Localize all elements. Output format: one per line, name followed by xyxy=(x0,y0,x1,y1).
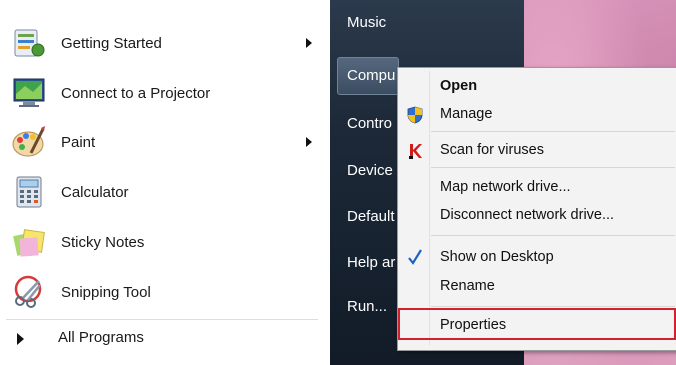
divider xyxy=(6,319,318,320)
program-snipping-tool[interactable]: Snipping Tool xyxy=(0,268,322,316)
program-getting-started[interactable]: Getting Started xyxy=(0,19,322,67)
program-label: Sticky Notes xyxy=(61,233,145,251)
getting-started-icon xyxy=(9,23,49,63)
calculator-icon xyxy=(9,172,49,212)
places-item-run[interactable]: Run... xyxy=(347,298,387,315)
paint-icon xyxy=(9,122,49,162)
all-programs-arrow-icon[interactable] xyxy=(17,333,24,345)
program-calculator[interactable]: Calculator xyxy=(0,168,322,216)
start-menu-programs-pane: Getting Started Connect to a Projector P… xyxy=(0,0,330,365)
menu-label: Rename xyxy=(440,278,495,294)
menu-item-rename[interactable]: Rename xyxy=(398,274,676,300)
places-item-control-panel[interactable]: Contro xyxy=(347,115,392,132)
program-sticky-notes[interactable]: Sticky Notes xyxy=(0,218,322,266)
places-item-computer[interactable]: Compu xyxy=(347,67,395,84)
menu-item-manage[interactable]: Manage xyxy=(398,102,676,128)
menu-label: Scan for viruses xyxy=(440,142,544,158)
places-item-music[interactable]: Music xyxy=(347,14,386,31)
program-label: Snipping Tool xyxy=(61,283,151,301)
program-connect-projector[interactable]: Connect to a Projector xyxy=(0,69,322,117)
menu-item-scan-for-viruses[interactable]: Scan for viruses xyxy=(398,138,676,164)
places-item-devices[interactable]: Device xyxy=(347,162,393,179)
checkmark-icon xyxy=(407,248,423,271)
menu-label: Open xyxy=(440,78,478,94)
program-label: Getting Started xyxy=(61,34,162,52)
projector-icon xyxy=(9,73,49,113)
menu-separator xyxy=(431,167,675,168)
menu-label: Map network drive... xyxy=(440,179,571,195)
all-programs-link[interactable]: All Programs xyxy=(58,329,144,346)
menu-item-disconnect-network-drive[interactable]: Disconnect network drive... xyxy=(398,203,676,229)
sticky-notes-icon xyxy=(9,222,49,262)
snipping-tool-icon xyxy=(9,272,49,312)
menu-item-show-on-desktop[interactable]: Show on Desktop xyxy=(398,245,676,271)
submenu-arrow-icon xyxy=(306,137,312,147)
program-label: Calculator xyxy=(61,183,129,201)
program-paint[interactable]: Paint xyxy=(0,118,322,166)
program-label: Connect to a Projector xyxy=(61,84,211,102)
submenu-arrow-icon xyxy=(306,38,312,48)
menu-item-map-network-drive[interactable]: Map network drive... xyxy=(398,175,676,201)
antivirus-k-icon xyxy=(408,142,424,165)
menu-label: Disconnect network drive... xyxy=(440,207,615,223)
uac-shield-icon xyxy=(407,106,423,129)
menu-separator xyxy=(431,306,675,307)
places-item-default-programs[interactable]: Default xyxy=(347,208,395,225)
menu-separator xyxy=(431,235,675,236)
program-label: Paint xyxy=(61,133,96,151)
menu-separator xyxy=(431,131,675,132)
menu-label: Manage xyxy=(440,106,493,122)
properties-highlight-box xyxy=(398,308,676,340)
menu-item-open[interactable]: Open xyxy=(398,74,676,100)
menu-label: Show on Desktop xyxy=(440,249,554,265)
places-item-help[interactable]: Help ar xyxy=(347,254,395,271)
